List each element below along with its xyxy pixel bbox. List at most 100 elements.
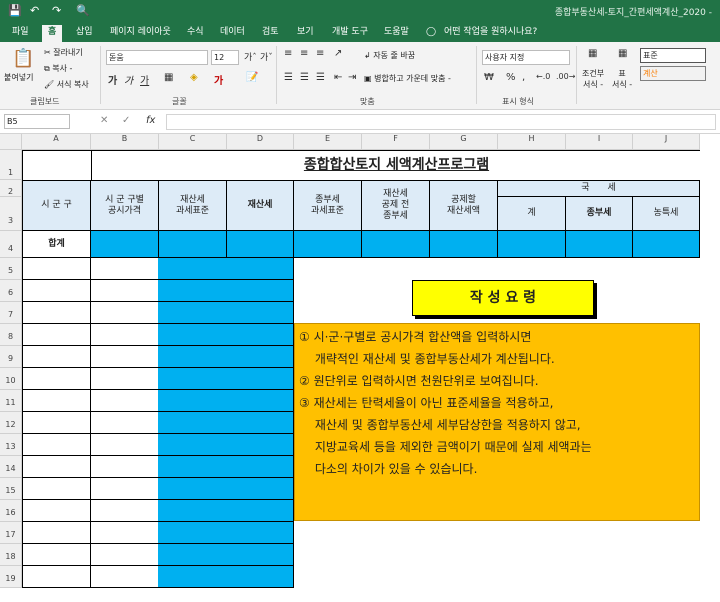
header-comprehensive-tax[interactable]: 종부세 <box>566 197 633 231</box>
align-top-icon[interactable]: ≡ <box>284 48 292 59</box>
total-cell[interactable] <box>430 231 498 258</box>
row-header[interactable]: 19 <box>0 566 22 588</box>
header-comprehensive-tax-base[interactable]: 종부세 과세표준 <box>294 180 362 231</box>
name-box[interactable]: B5 <box>4 114 70 129</box>
sheet-title[interactable]: 종합합산토지 세액계산프로그램 <box>227 154 566 176</box>
align-bottom-icon[interactable]: ≡ <box>316 48 324 59</box>
row-header[interactable]: 5 <box>0 258 22 280</box>
percent-icon[interactable]: % <box>506 72 516 83</box>
select-all-corner[interactable] <box>0 134 22 150</box>
tab-data[interactable]: 데이터 <box>214 25 251 42</box>
row-header[interactable]: 17 <box>0 522 22 544</box>
total-label-cell[interactable]: 합계 <box>22 231 91 258</box>
tab-page-layout[interactable]: 페이지 레이아웃 <box>104 25 177 42</box>
column-header[interactable]: G <box>430 134 498 150</box>
column-header[interactable]: C <box>159 134 227 150</box>
number-format-select[interactable]: 사용자 지정 <box>482 50 570 65</box>
row-header[interactable]: 15 <box>0 478 22 500</box>
header-sigungu[interactable]: 시 군 구 <box>22 180 91 231</box>
align-right-icon[interactable]: ☰ <box>316 72 325 83</box>
column-header[interactable]: I <box>566 134 633 150</box>
total-cell[interactable] <box>91 231 159 258</box>
tell-me-input[interactable]: 어떤 작업을 원하시나요? <box>438 25 543 42</box>
enter-icon[interactable]: ✓ <box>122 115 130 126</box>
align-middle-icon[interactable]: ≡ <box>300 48 308 59</box>
format-painter-button[interactable]: 🖌 서식 복사 <box>44 79 89 90</box>
phonetic-icon[interactable]: 📝 <box>246 72 258 83</box>
header-public-price[interactable]: 시 군 구별 공시가격 <box>91 180 159 231</box>
total-cell[interactable] <box>159 231 227 258</box>
border-icon[interactable]: ▦ <box>164 72 173 83</box>
redo-icon[interactable]: ↷ <box>52 4 61 17</box>
total-cell[interactable] <box>227 231 294 258</box>
tab-formulas[interactable]: 수식 <box>181 25 210 42</box>
italic-icon[interactable]: 가 <box>124 72 133 87</box>
row-header[interactable]: 9 <box>0 346 22 368</box>
column-header[interactable]: J <box>633 134 700 150</box>
save-icon[interactable]: 💾 <box>8 4 22 17</box>
column-header[interactable]: F <box>362 134 430 150</box>
header-property-tax-base[interactable]: 재산세 과세표준 <box>159 180 227 231</box>
conditional-format-button[interactable]: 조건부 서식 - <box>582 68 604 90</box>
row-header[interactable]: 6 <box>0 280 22 302</box>
underline-icon[interactable]: 가 <box>140 72 149 87</box>
wrap-text-button[interactable]: ↲ 자동 줄 바꿈 <box>364 50 415 61</box>
total-cell[interactable] <box>633 231 700 258</box>
row-header[interactable]: 12 <box>0 412 22 434</box>
header-national-tax[interactable]: 국 세 <box>498 180 700 197</box>
tab-developer[interactable]: 개발 도구 <box>326 25 374 42</box>
decrease-decimal-icon[interactable]: .00→ <box>556 72 575 81</box>
column-header[interactable]: A <box>22 134 91 150</box>
row-header[interactable]: 10 <box>0 368 22 390</box>
insert-function-icon[interactable]: fx <box>146 115 155 126</box>
shrink-font-icon[interactable]: 가ˇ <box>260 50 273 63</box>
row-header[interactable]: 7 <box>0 302 22 324</box>
formula-input[interactable] <box>166 114 716 130</box>
row-header[interactable]: 14 <box>0 456 22 478</box>
header-property-tax[interactable]: 재산세 <box>227 180 294 231</box>
notes-box[interactable]: ① 시·군·구별로 공시가격 합산액을 입력하시면 개략적인 재산세 및 종합부… <box>294 323 700 521</box>
increase-decimal-icon[interactable]: ←.0 <box>536 72 550 81</box>
decrease-indent-icon[interactable]: ⇤ <box>334 72 342 83</box>
row-header[interactable]: 3 <box>0 197 22 231</box>
currency-icon[interactable]: ₩ <box>484 72 494 83</box>
total-cell[interactable] <box>362 231 430 258</box>
total-cell[interactable] <box>566 231 633 258</box>
align-center-icon[interactable]: ☰ <box>300 72 309 83</box>
row-header[interactable]: 4 <box>0 231 22 258</box>
tab-home[interactable]: 홈 <box>42 25 63 42</box>
paste-button[interactable]: 붙여넣기 <box>4 72 33 83</box>
header-total[interactable]: 계 <box>498 197 566 231</box>
header-tax-before-deduction[interactable]: 재산세 공제 전 종부세 <box>362 180 430 231</box>
column-header[interactable]: D <box>227 134 294 150</box>
style-calculation[interactable]: 계산 <box>640 66 706 81</box>
bold-icon[interactable]: 가 <box>108 72 117 87</box>
row-header[interactable]: 1 <box>0 150 22 180</box>
table-format-button[interactable]: 표 서식 - <box>612 68 632 90</box>
column-header[interactable]: H <box>498 134 566 150</box>
total-cell[interactable] <box>294 231 362 258</box>
print-preview-icon[interactable]: 🔍 <box>76 4 90 17</box>
column-header[interactable]: B <box>91 134 159 150</box>
font-size-select[interactable]: 12 <box>211 50 239 65</box>
copy-button[interactable]: ⧉ 복사 - <box>44 63 72 74</box>
input-column-sigungu[interactable] <box>22 258 91 588</box>
tab-insert[interactable]: 삽입 <box>70 25 99 42</box>
font-name-select[interactable]: 돋움 <box>106 50 208 65</box>
column-header[interactable]: E <box>294 134 362 150</box>
row-header[interactable]: 2 <box>0 180 22 197</box>
comma-icon[interactable]: , <box>522 72 525 83</box>
align-left-icon[interactable]: ☰ <box>284 72 293 83</box>
row-header[interactable]: 16 <box>0 500 22 522</box>
tab-file[interactable]: 파일 <box>6 25 35 42</box>
calc-column-tax-base[interactable] <box>158 258 227 588</box>
increase-indent-icon[interactable]: ⇥ <box>348 72 356 83</box>
total-cell[interactable] <box>498 231 566 258</box>
header-deductible-property-tax[interactable]: 공제할 재산세액 <box>430 180 498 231</box>
merge-center-button[interactable]: ▣ 병합하고 가운데 맞춤 - <box>364 73 451 84</box>
row-header[interactable]: 11 <box>0 390 22 412</box>
cancel-icon[interactable]: ✕ <box>100 115 108 126</box>
row-header[interactable]: 18 <box>0 544 22 566</box>
notes-title[interactable]: 작 성 요 령 <box>412 280 594 316</box>
row-header[interactable]: 8 <box>0 324 22 346</box>
